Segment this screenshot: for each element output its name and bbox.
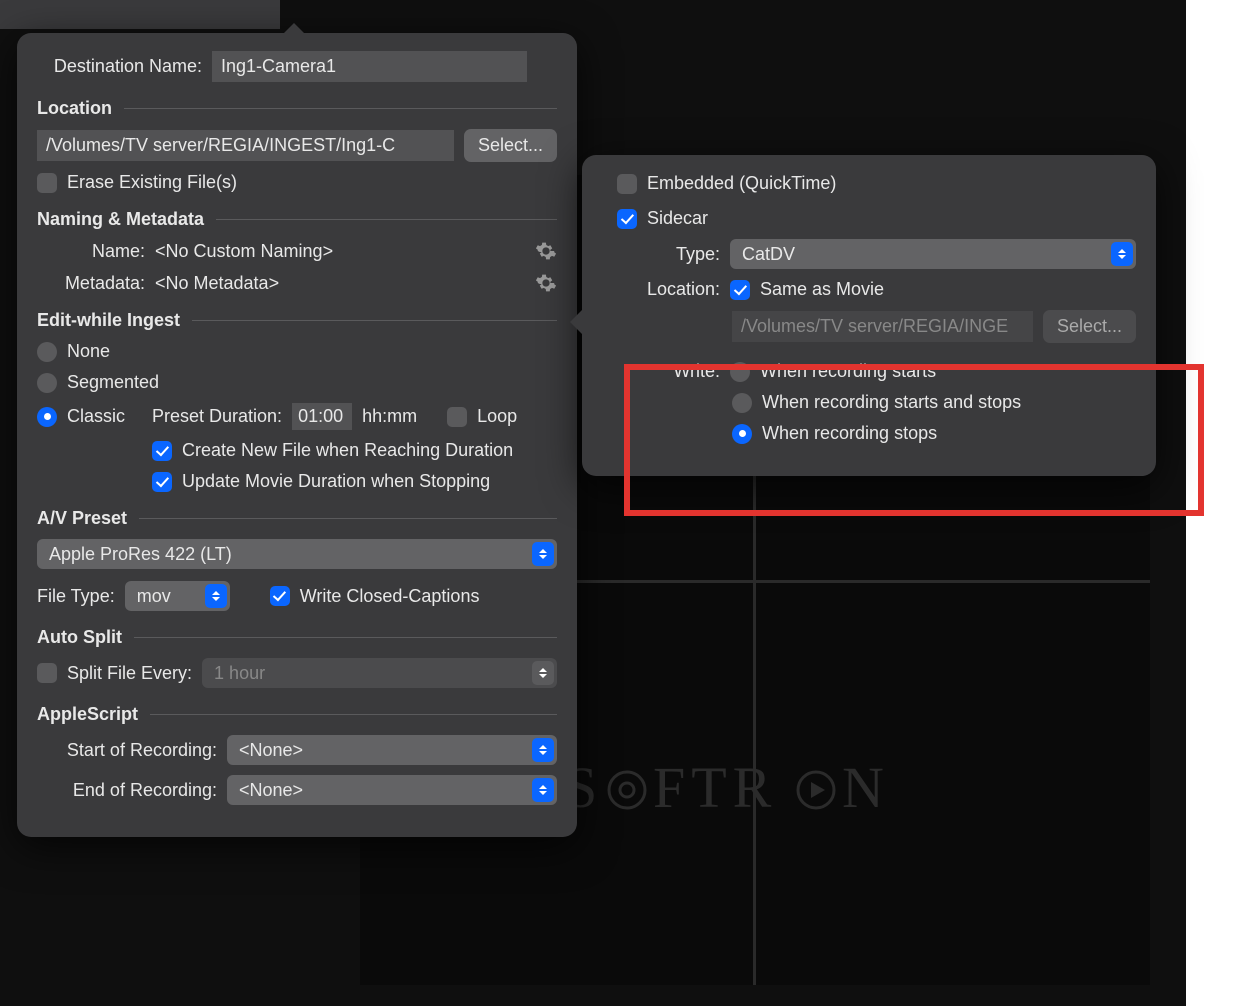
white-sidebar: [1186, 0, 1258, 1006]
ewi-classic-radio[interactable]: [37, 407, 57, 427]
av-preset-value: Apple ProRes 422 (LT): [49, 544, 232, 565]
write-label: Write:: [602, 361, 720, 382]
write-stops-label: When recording stops: [762, 423, 937, 444]
metadata-value: <No Metadata>: [155, 273, 525, 294]
start-recording-label: Start of Recording:: [37, 740, 217, 761]
chevron-updown-icon: [532, 542, 554, 566]
divider: [134, 637, 557, 638]
type-label: Type:: [602, 244, 720, 265]
end-recording-value: <None>: [239, 780, 303, 801]
sidecar-label: Sidecar: [647, 208, 708, 229]
write-stops-radio[interactable]: [732, 424, 752, 444]
ewi-segmented-radio[interactable]: [37, 373, 57, 393]
auto-split-header: Auto Split: [37, 627, 122, 648]
av-preset-header: A/V Preset: [37, 508, 127, 529]
divider: [124, 108, 557, 109]
preset-duration-label: Preset Duration:: [152, 406, 282, 427]
write-starts-stops-radio[interactable]: [732, 393, 752, 413]
metadata-settings-popover: Embedded (QuickTime) Sidecar Type: CatDV…: [582, 155, 1156, 476]
embedded-label: Embedded (QuickTime): [647, 173, 836, 194]
sidecar-checkbox[interactable]: [617, 209, 637, 229]
ewi-none-label: None: [67, 341, 110, 362]
end-recording-label: End of Recording:: [37, 780, 217, 801]
divider: [139, 518, 557, 519]
start-recording-value: <None>: [239, 740, 303, 761]
file-type-value: mov: [137, 586, 171, 607]
preset-duration-unit: hh:mm: [362, 406, 417, 427]
create-new-file-checkbox[interactable]: [152, 441, 172, 461]
write-starts-radio[interactable]: [730, 362, 750, 382]
location-path-input[interactable]: [37, 130, 454, 161]
loop-checkbox[interactable]: [447, 407, 467, 427]
sidecar-location-input[interactable]: [732, 311, 1033, 342]
applescript-header: AppleScript: [37, 704, 138, 725]
split-interval-select[interactable]: 1 hour: [202, 658, 557, 688]
chevron-updown-icon: [1111, 242, 1133, 266]
create-new-file-label: Create New File when Reaching Duration: [182, 440, 513, 461]
metadata-label: Metadata:: [37, 273, 145, 294]
divider: [192, 320, 557, 321]
divider: [216, 219, 557, 220]
ewi-segmented-label: Segmented: [67, 372, 159, 393]
av-preset-select[interactable]: Apple ProRes 422 (LT): [37, 539, 557, 569]
write-starts-stops-label: When recording starts and stops: [762, 392, 1021, 413]
sidecar-location-select-button[interactable]: Select...: [1043, 310, 1136, 343]
destination-name-label: Destination Name:: [37, 56, 202, 77]
svg-text:FTR: FTR: [653, 755, 777, 820]
location-select-button[interactable]: Select...: [464, 129, 557, 162]
split-file-checkbox[interactable]: [37, 663, 57, 683]
name-value: <No Custom Naming>: [155, 241, 525, 262]
sidecar-type-select[interactable]: CatDV: [730, 239, 1136, 269]
split-file-label: Split File Every:: [67, 663, 192, 684]
split-interval-value: 1 hour: [214, 663, 265, 684]
loop-label: Loop: [477, 406, 517, 427]
chevron-updown-icon: [532, 661, 554, 685]
write-starts-label: When recording starts: [760, 361, 936, 382]
sidecar-location-label: Location:: [602, 279, 720, 300]
softron-logo: S FTR N: [565, 755, 935, 840]
name-label: Name:: [37, 241, 145, 262]
write-cc-checkbox[interactable]: [270, 586, 290, 606]
gear-icon[interactable]: [535, 272, 557, 294]
naming-metadata-header: Naming & Metadata: [37, 209, 204, 230]
file-type-select[interactable]: mov: [125, 581, 230, 611]
same-as-movie-label: Same as Movie: [760, 279, 884, 300]
header-strip: [0, 0, 280, 29]
end-recording-select[interactable]: <None>: [227, 775, 557, 805]
ewi-classic-label: Classic: [67, 406, 142, 427]
start-recording-select[interactable]: <None>: [227, 735, 557, 765]
chevron-updown-icon: [532, 778, 554, 802]
ewi-header: Edit-while Ingest: [37, 310, 180, 331]
same-as-movie-checkbox[interactable]: [730, 280, 750, 300]
erase-existing-label: Erase Existing File(s): [67, 172, 237, 193]
update-movie-duration-label: Update Movie Duration when Stopping: [182, 471, 490, 492]
write-cc-label: Write Closed-Captions: [300, 586, 480, 607]
popover-arrow: [282, 23, 306, 35]
file-type-label: File Type:: [37, 586, 115, 607]
popover-arrow: [570, 310, 582, 334]
gear-icon[interactable]: [535, 240, 557, 262]
embedded-checkbox[interactable]: [617, 174, 637, 194]
chevron-updown-icon: [532, 738, 554, 762]
location-header: Location: [37, 98, 112, 119]
erase-existing-checkbox[interactable]: [37, 173, 57, 193]
divider: [150, 714, 557, 715]
chevron-updown-icon: [205, 584, 227, 608]
destination-name-input[interactable]: [212, 51, 527, 82]
destination-settings-popover: Destination Name: Location Select... Era…: [17, 33, 577, 837]
preset-duration-input[interactable]: [292, 403, 352, 430]
ewi-none-radio[interactable]: [37, 342, 57, 362]
update-movie-duration-checkbox[interactable]: [152, 472, 172, 492]
svg-text:N: N: [842, 755, 890, 820]
sidecar-type-value: CatDV: [742, 244, 795, 265]
